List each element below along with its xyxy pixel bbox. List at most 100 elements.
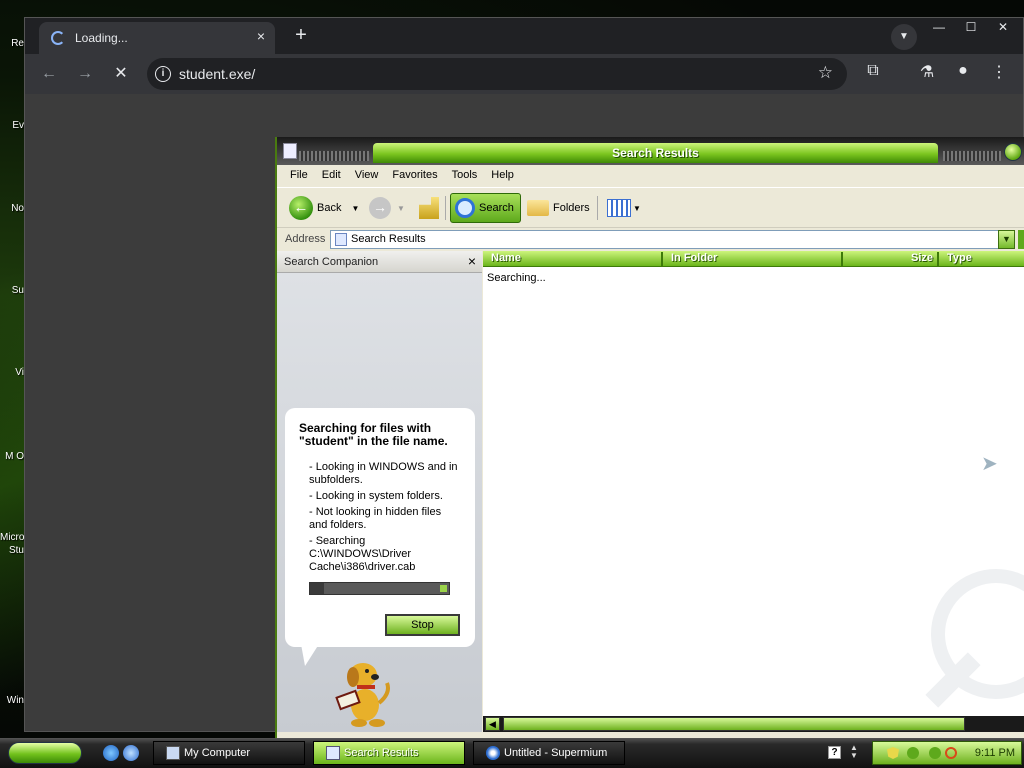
back-button[interactable]: ← — [37, 62, 61, 86]
stop-loading-button[interactable]: ✕ — [109, 62, 133, 86]
menu-bar: File Edit View Favorites Tools Help — [277, 165, 1024, 187]
search-button[interactable]: Search — [450, 193, 521, 223]
close-window-button[interactable]: ✕ — [987, 18, 1019, 36]
tab-close-icon[interactable]: × — [257, 28, 265, 44]
search-status-item: - Looking in WINDOWS and in subfolders. — [309, 461, 458, 486]
companion-close-icon[interactable]: × — [468, 253, 476, 269]
forward-arrow-icon: → — [369, 197, 391, 219]
column-headers: Name In Folder Size Type — [483, 251, 1024, 267]
loading-spinner-icon — [51, 31, 65, 45]
taskbar-button-supermium[interactable]: Untitled - Supermium — [473, 741, 625, 765]
url-text[interactable]: student.exe/ — [179, 66, 255, 82]
menu-kebab-icon[interactable]: ⋮ — [987, 62, 1011, 82]
explorer-toolbar: ← Back ▼ → ▼ Search Folders ▼ — [277, 187, 1024, 227]
desktop-icon-label[interactable]: Ev — [0, 120, 24, 131]
address-bar[interactable]: i student.exe/ ☆ — [147, 58, 847, 90]
labs-flask-icon[interactable]: ⚗ — [915, 62, 939, 82]
menu-edit[interactable]: Edit — [315, 165, 348, 185]
supermium-icon — [486, 746, 500, 760]
menu-view[interactable]: View — [348, 165, 386, 185]
forward-button[interactable]: → — [73, 62, 97, 86]
menu-help[interactable]: Help — [484, 165, 521, 185]
forward-dropdown-icon[interactable]: ▼ — [397, 204, 405, 213]
scroll-left-arrow-icon[interactable]: ◀ — [485, 717, 500, 731]
bookmark-star-icon[interactable]: ☆ — [818, 63, 833, 83]
address-field[interactable]: Search Results — [330, 230, 1015, 249]
start-button[interactable] — [8, 742, 82, 764]
back-nav-button[interactable]: ← Back ▼ — [289, 193, 359, 223]
progress-fill — [310, 583, 324, 594]
folders-label: Folders — [553, 202, 590, 214]
address-dropdown-button[interactable]: ▼ — [998, 230, 1015, 249]
views-button[interactable]: ▼ — [607, 193, 641, 223]
column-header-type[interactable]: Type — [939, 252, 1024, 266]
desktop-icon-label[interactable]: Su — [0, 285, 24, 296]
browser-tab[interactable]: Loading... × — [39, 22, 275, 54]
window-title: Search Results — [612, 146, 699, 160]
tab-search-button[interactable]: ▼ — [891, 24, 917, 50]
scrollbar-thumb[interactable] — [503, 717, 965, 731]
internet-explorer-icon[interactable] — [103, 745, 119, 761]
search-status-item: - Searching C:\WINDOWS\Driver Cache\i386… — [309, 535, 416, 573]
search-label: Search — [479, 202, 514, 214]
forward-nav-button[interactable]: → ▼ — [369, 193, 405, 223]
tray-search-icon[interactable] — [945, 747, 957, 759]
menu-tools[interactable]: Tools — [445, 165, 485, 185]
tray-arrows-icon[interactable]: ▲ ▼ — [850, 744, 858, 760]
titlebar-grip — [943, 151, 1001, 161]
column-header-name[interactable]: Name — [483, 252, 663, 266]
desktop-icon-label[interactable]: Re — [0, 38, 24, 49]
companion-title: Search Companion — [284, 256, 379, 268]
security-shield-icon[interactable] — [887, 747, 899, 759]
stop-button[interactable]: Stop — [385, 614, 460, 636]
column-header-size[interactable]: Size — [843, 252, 939, 266]
back-dropdown-icon[interactable]: ▼ — [351, 204, 359, 213]
up-folder-icon — [419, 197, 439, 219]
my-computer-icon — [166, 746, 180, 760]
search-status-item: - Not looking in hidden files and folder… — [309, 506, 442, 531]
titlebar-grip — [299, 151, 369, 161]
quicklaunch-browser-icon[interactable] — [123, 745, 139, 761]
window-titlebar[interactable]: Search Results — [277, 137, 1024, 165]
extensions-icon[interactable]: ⧉ — [861, 62, 885, 80]
desktop-icon-label[interactable]: M O — [0, 450, 24, 463]
tray-network-icon[interactable] — [907, 747, 919, 759]
taskbar: My Computer Search Results Untitled - Su… — [0, 738, 1024, 768]
tab-strip: Loading... × + ▼ — ☐ ✕ — [25, 18, 1023, 54]
taskbar-button-my-computer[interactable]: My Computer — [153, 741, 305, 765]
toolbar-separator — [445, 196, 446, 220]
desktop-icon-label[interactable]: Micro Stu — [0, 531, 24, 557]
desktop-icon-label[interactable]: Win — [0, 695, 24, 706]
folders-button[interactable]: Folders — [527, 193, 590, 223]
site-info-icon[interactable]: i — [155, 66, 171, 82]
column-header-in-folder[interactable]: In Folder — [663, 252, 843, 266]
window-control-orb-icon[interactable] — [1004, 143, 1022, 161]
mouse-cursor-icon: ➤ — [981, 453, 998, 475]
progress-indicator — [440, 585, 447, 592]
up-folder-button[interactable] — [419, 193, 439, 223]
desktop-icon-label[interactable]: No — [0, 203, 24, 214]
new-tab-button[interactable]: + — [289, 24, 313, 47]
tray-status-icon[interactable] — [929, 747, 941, 759]
taskbar-button-search-results[interactable]: Search Results — [313, 741, 465, 765]
search-dog-icon[interactable] — [323, 653, 393, 727]
clock[interactable]: 9:11 PM — [975, 747, 1015, 759]
search-results-window: Search Results File Edit View Favorites Tool… — [275, 137, 1024, 738]
search-status-text: Searching... — [487, 272, 546, 284]
address-label: Address — [285, 233, 326, 245]
desktop-icon-label[interactable]: Vi — [0, 367, 24, 378]
results-pane: Name In Folder Size Type Searching... ➤ … — [483, 251, 1024, 732]
horizontal-scrollbar[interactable]: ◀ — [483, 716, 1024, 732]
folder-icon — [527, 200, 549, 216]
profile-icon[interactable]: ● — [951, 62, 975, 80]
system-tray: 9:11 PM — [872, 741, 1022, 765]
search-status-item: - Looking in system folders. — [309, 490, 443, 502]
menu-file[interactable]: File — [283, 165, 315, 185]
help-icon[interactable]: ? — [828, 746, 841, 759]
taskbar-button-label: My Computer — [184, 747, 251, 759]
menu-favorites[interactable]: Favorites — [385, 165, 444, 185]
go-button[interactable] — [1018, 230, 1024, 249]
taskbar-button-label: Untitled - Supermium — [504, 747, 608, 759]
minimize-button[interactable]: — — [923, 18, 955, 36]
maximize-button[interactable]: ☐ — [955, 18, 987, 36]
